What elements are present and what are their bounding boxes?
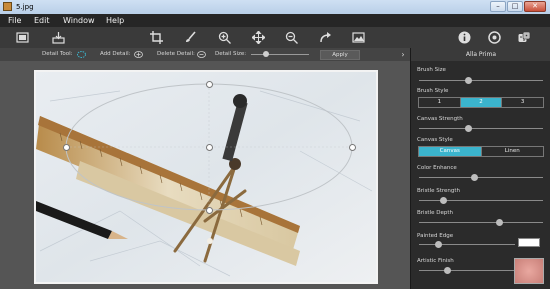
ellipse-handle-center[interactable]	[206, 144, 213, 151]
canvas-style-label: Canvas Style	[417, 137, 453, 143]
menu-help[interactable]: Help	[106, 14, 124, 27]
panel-toggle-arrow[interactable]: ›	[399, 48, 407, 61]
canvas-strength-slider[interactable]	[419, 128, 543, 129]
menu-edit[interactable]: Edit	[34, 14, 50, 27]
ellipse-handle-bottom[interactable]	[206, 207, 213, 214]
crop-icon[interactable]	[148, 30, 164, 45]
detail-tool-label: Detail Tool:	[42, 51, 73, 57]
apply-button[interactable]: Apply	[320, 50, 360, 60]
bristle-depth-slider[interactable]	[419, 222, 543, 223]
bristle-depth-knob[interactable]	[496, 219, 504, 226]
detail-size-label: Detail Size:	[215, 51, 247, 57]
bristle-strength-label: Bristle Strength	[417, 188, 461, 194]
delete-detail-label: Delete Detail:	[157, 51, 195, 57]
artistic-finish-knob[interactable]	[444, 267, 452, 274]
save-icon[interactable]	[50, 30, 66, 45]
zoom-in-icon[interactable]	[216, 30, 232, 45]
preset-title: Alla Prima	[411, 48, 550, 61]
share-icon[interactable]	[516, 30, 532, 45]
image-icon[interactable]	[350, 30, 366, 45]
brush-style-label: Brush Style	[417, 88, 449, 94]
detail-size-slider[interactable]	[251, 54, 309, 55]
canvas-strength-label: Canvas Strength	[417, 116, 463, 122]
info-icon[interactable]	[456, 30, 472, 45]
artistic-finish-label: Artistic Finish	[417, 258, 454, 264]
detail-size-slider-knob[interactable]	[262, 51, 269, 57]
brush-size-knob[interactable]	[465, 77, 473, 84]
minimize-icon[interactable]: –	[490, 1, 506, 12]
settings-icon[interactable]	[486, 30, 502, 45]
ellipse-handle-left[interactable]	[63, 144, 70, 151]
color-enhance-knob[interactable]	[471, 174, 479, 181]
bristle-depth-label: Bristle Depth	[417, 210, 453, 216]
menu-bar: File Edit Window Help	[0, 14, 550, 27]
brush-style-selector: 1 2 3	[418, 97, 544, 108]
detail-tool-icon[interactable]	[77, 51, 86, 58]
brush-size-label: Brush Size	[417, 67, 446, 73]
delete-detail-icon[interactable]	[197, 51, 206, 58]
move-icon[interactable]	[250, 30, 266, 45]
color-enhance-slider[interactable]	[419, 177, 543, 178]
artistic-finish-slider[interactable]	[419, 270, 515, 271]
bristle-strength-knob[interactable]	[440, 197, 448, 204]
canvas-style-selector: Canvas Linen	[418, 146, 544, 157]
window-title: 5.jpg	[16, 3, 34, 11]
workspace	[0, 61, 410, 289]
menu-window[interactable]: Window	[63, 14, 95, 27]
window-controls: – □ ✕	[490, 1, 546, 13]
brush-icon[interactable]	[182, 30, 198, 45]
painted-edge-slider[interactable]	[419, 244, 515, 245]
painted-edge-swatch[interactable]	[518, 238, 540, 247]
maximize-icon[interactable]: □	[507, 1, 523, 12]
brush-size-slider[interactable]	[419, 80, 543, 81]
redo-icon[interactable]	[317, 30, 333, 45]
add-detail-label: Add Detail:	[100, 51, 131, 57]
artistic-finish-thumbnail[interactable]	[514, 258, 544, 284]
canvas-style-option-canvas[interactable]: Canvas	[419, 147, 482, 156]
close-icon[interactable]: ✕	[524, 1, 546, 12]
brush-style-option-3[interactable]: 3	[502, 98, 544, 107]
painted-edge-label: Painted Edge	[417, 233, 454, 239]
painted-edge-knob[interactable]	[434, 241, 442, 248]
canvas-image[interactable]	[0, 61, 410, 289]
ellipse-handle-right[interactable]	[349, 144, 356, 151]
toolbar	[0, 27, 550, 49]
app-icon	[3, 2, 12, 11]
menu-file[interactable]: File	[8, 14, 21, 27]
ellipse-handle-top[interactable]	[206, 81, 213, 88]
canvas-strength-knob[interactable]	[465, 125, 473, 132]
brush-style-option-2[interactable]: 2	[460, 98, 503, 107]
canvas-style-option-linen[interactable]: Linen	[481, 147, 543, 156]
title-bar: 5.jpg – □ ✕	[0, 0, 550, 14]
color-enhance-label: Color Enhance	[417, 165, 457, 171]
settings-panel: Alla Prima Brush Size Brush Style 1 2 3 …	[410, 48, 550, 289]
window-icon[interactable]	[14, 30, 30, 45]
zoom-out-icon[interactable]	[283, 30, 299, 45]
bristle-strength-slider[interactable]	[419, 200, 543, 201]
brush-style-option-1[interactable]: 1	[419, 98, 461, 107]
add-detail-icon[interactable]	[134, 51, 143, 58]
